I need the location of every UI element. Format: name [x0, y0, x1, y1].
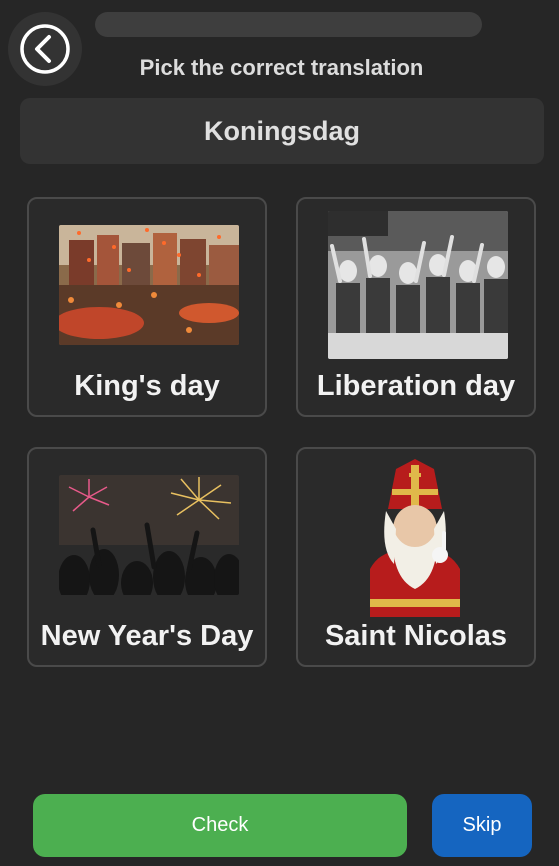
skip-button[interactable]: Skip: [432, 794, 532, 857]
fireworks-crowd-image: [59, 475, 239, 595]
option-label: King's day: [74, 370, 220, 402]
prompt-word: Koningsdag: [204, 115, 360, 146]
option-label: New Year's Day: [40, 620, 254, 652]
prompt-word-card: Koningsdag: [20, 98, 544, 164]
option-card-liberation-day[interactable]: Liberation day: [296, 197, 536, 417]
option-card-new-years-day[interactable]: New Year's Day: [27, 447, 267, 667]
option-label: Saint Nicolas: [324, 620, 508, 652]
saint-nicolas-image: [360, 459, 470, 617]
progress-bar: [95, 12, 482, 37]
skip-button-label: Skip: [462, 814, 502, 836]
celebrating-crowd-photo: [328, 211, 508, 359]
instruction-text: Pick the correct translation: [139, 55, 424, 80]
option-card-kings-day[interactable]: King's day: [27, 197, 267, 417]
option-label: Liberation day: [316, 370, 516, 402]
check-button[interactable]: Check: [33, 794, 407, 857]
check-button-label: Check: [191, 814, 249, 836]
option-card-saint-nicolas[interactable]: Saint Nicolas: [296, 447, 536, 667]
canal-party-confetti-image: [59, 225, 239, 345]
